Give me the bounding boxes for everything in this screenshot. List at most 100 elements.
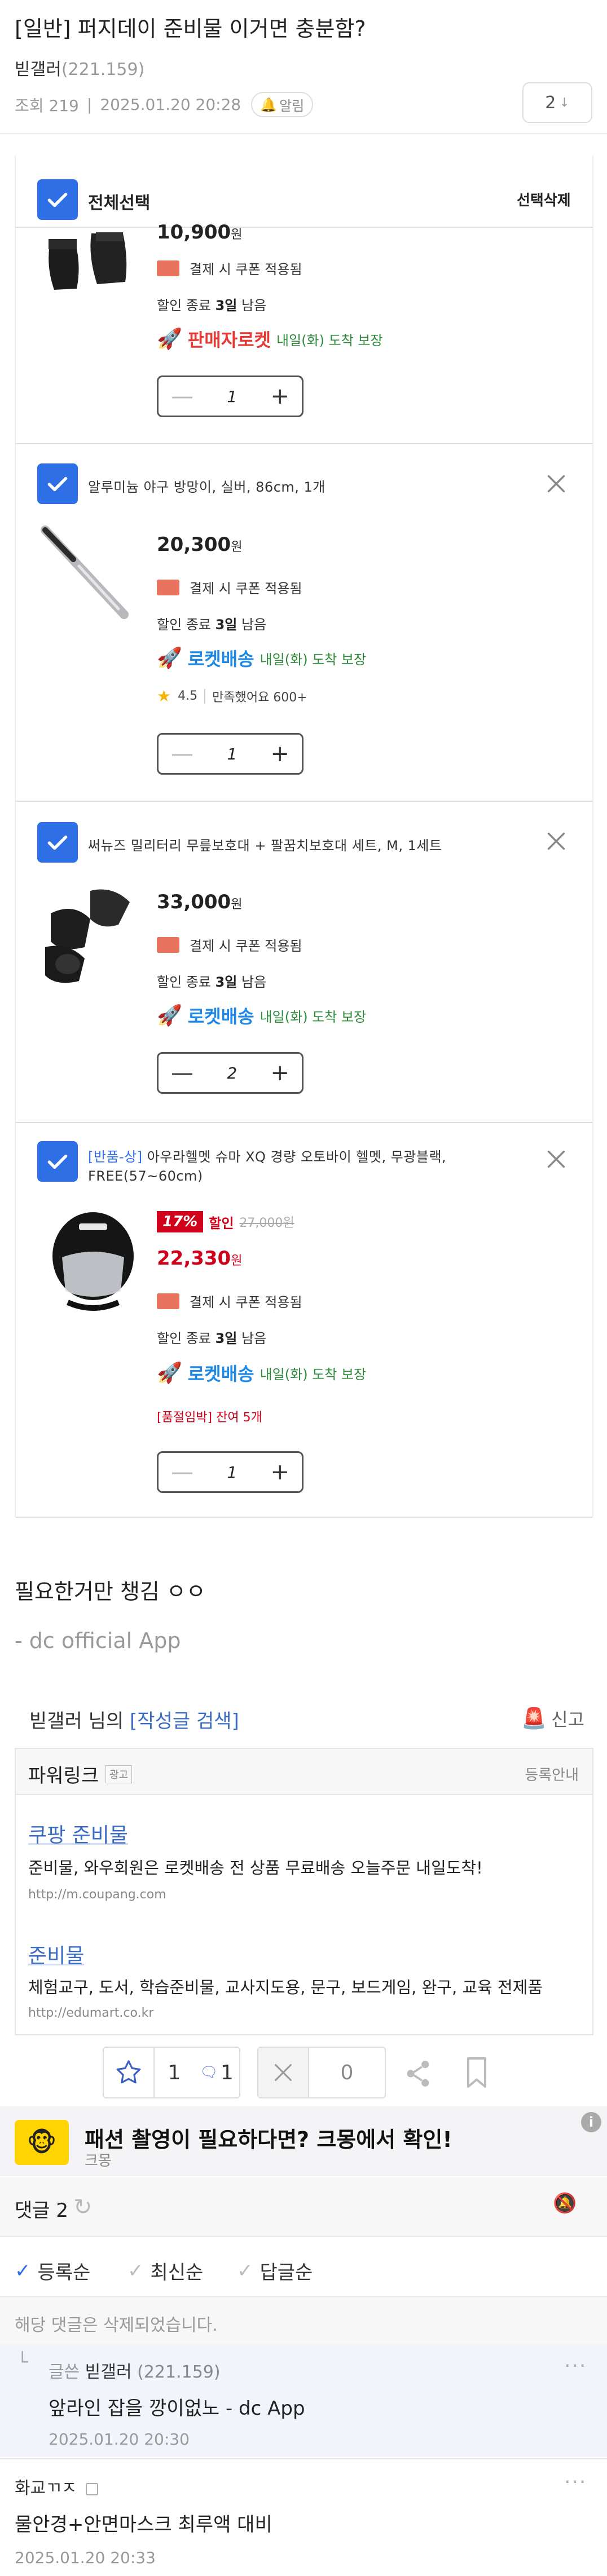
refresh-icon[interactable]: ↻ bbox=[73, 2194, 93, 2220]
close-icon bbox=[547, 832, 565, 850]
item3-quantity-stepper[interactable]: — 2 + bbox=[157, 1052, 304, 1094]
item4-remove-button[interactable] bbox=[539, 1142, 573, 1176]
product-image-bat[interactable] bbox=[39, 524, 141, 626]
check-icon bbox=[47, 835, 68, 850]
minus-icon[interactable]: — bbox=[171, 1461, 193, 1483]
item2-checkbox[interactable] bbox=[37, 463, 78, 504]
item3-coupon: 결제 시 쿠폰 적용됨 bbox=[157, 935, 302, 955]
comment2-text: 물안경+안면마스크 최루액 대비 bbox=[15, 2513, 272, 2536]
meta-separator: | bbox=[86, 95, 93, 114]
share-button[interactable] bbox=[403, 2058, 434, 2092]
banner-title[interactable]: 패션 촬영이 필요하다면? 크몽에서 확인! bbox=[85, 2122, 452, 2153]
post-author[interactable]: 빋갤러(221.159) bbox=[15, 55, 144, 80]
plus-icon[interactable]: + bbox=[270, 743, 289, 765]
delete-selected-button[interactable]: 선택삭제 bbox=[517, 189, 571, 210]
ad1-title[interactable]: 쿠팡 준비물 bbox=[28, 1819, 128, 1848]
product-image-kneepads[interactable] bbox=[39, 880, 141, 987]
comment2-more-icon[interactable]: ··· bbox=[564, 2471, 587, 2494]
ad-chip: 광고 bbox=[105, 1765, 133, 1783]
reply-text: 앞라인 잡을 깡이없노 - dc App bbox=[49, 2397, 305, 2420]
close-icon bbox=[547, 475, 565, 493]
minus-icon[interactable]: — bbox=[171, 743, 193, 765]
minus-icon[interactable]: — bbox=[171, 385, 193, 408]
item2-coupon: 결제 시 쿠폰 적용됨 bbox=[157, 577, 302, 597]
plus-icon[interactable]: + bbox=[270, 385, 289, 408]
post-meta: 조회 219 | 2025.01.20 20:28 🔔 알림 bbox=[15, 92, 314, 117]
bookmark-icon bbox=[467, 2057, 486, 2088]
post-title: [일반] 퍼지데이 준비물 이거면 충분함? bbox=[15, 16, 366, 41]
plus-icon[interactable]: + bbox=[270, 1062, 289, 1084]
ad1-desc[interactable]: 준비물, 와우회원은 로켓배송 전 상품 무료배송 오늘주문 내일도착! bbox=[28, 1855, 483, 1879]
item3-name[interactable]: 써뉴즈 밀리터리 무릎보호대 + 팔꿈치보호대 세트, M, 1세트 bbox=[88, 834, 442, 854]
item3-deal-end: 할인 종료 3일 남음 bbox=[157, 974, 267, 990]
banner-sub: 크몽 bbox=[85, 2153, 112, 2170]
info-icon[interactable]: i bbox=[581, 2112, 601, 2132]
comments-divider bbox=[0, 2236, 607, 2237]
item3-delivery: 🚀 로켓배송 내일(화) 도착 보장 bbox=[157, 1004, 367, 1027]
item4-stock-warning: [품절임박] 잔여 5개 bbox=[157, 1411, 262, 1425]
item2-name[interactable]: 알루미늄 야구 방망이, 실버, 86cm, 1개 bbox=[88, 476, 326, 496]
item2-quantity-stepper[interactable]: — 1 + bbox=[157, 733, 304, 775]
item4-checkbox[interactable] bbox=[37, 1141, 78, 1182]
select-all-checkbox[interactable] bbox=[37, 179, 78, 220]
product-image-gloves[interactable] bbox=[39, 228, 141, 301]
item3-remove-button[interactable] bbox=[539, 824, 573, 858]
sort-latest[interactable]: ✓ 최신순 bbox=[127, 2257, 203, 2285]
item-divider bbox=[16, 1122, 592, 1123]
sort-registered[interactable]: ✓ 등록순 bbox=[15, 2257, 90, 2285]
author-ip: (221.159) bbox=[61, 60, 145, 79]
reply-author[interactable]: 글쓴 빋갤러 (221.159) bbox=[49, 2358, 221, 2383]
downvote-button[interactable] bbox=[258, 2048, 309, 2097]
alarm-button[interactable]: 🔔 알림 bbox=[251, 92, 314, 117]
item2-remove-button[interactable] bbox=[539, 467, 573, 501]
check-icon: ✓ bbox=[15, 2259, 31, 2282]
item1-quantity-stepper[interactable]: — 1 + bbox=[157, 375, 304, 417]
item1-coupon: 결제 시 쿠폰 적용됨 bbox=[157, 258, 302, 278]
product-image-helmet[interactable] bbox=[45, 1207, 141, 1319]
user-icon bbox=[85, 2482, 98, 2495]
alarm-label: 알림 bbox=[279, 98, 305, 114]
ad2-title[interactable]: 준비물 bbox=[28, 1939, 84, 1969]
fix-upvote-count: 1 bbox=[221, 2061, 234, 2084]
comment-count-button[interactable]: 2 ↓ bbox=[522, 82, 592, 123]
item-divider bbox=[16, 801, 592, 802]
upvote-box: 1 🗨 1 bbox=[103, 2047, 240, 2098]
item3-checkbox[interactable] bbox=[37, 822, 78, 863]
author-nickname: 빋갤러 bbox=[15, 60, 61, 79]
item4-delivery: 🚀 로켓배송 내일(화) 도착 보장 bbox=[157, 1362, 367, 1385]
post-body-line1: 필요한거만 챙김 ㅇㅇ bbox=[15, 1579, 206, 1604]
ad2-url[interactable]: http://edumart.co.kr bbox=[28, 2006, 153, 2020]
author-search-link[interactable]: [작성글 검색] bbox=[130, 1710, 239, 1733]
report-button[interactable]: 🚨 신고 bbox=[521, 1705, 584, 1731]
fix-upvote[interactable]: 🗨 1 bbox=[194, 2048, 239, 2097]
item1-deal-end: 할인 종료 3일 남음 bbox=[157, 298, 267, 313]
item4-name[interactable]: [반품-상] 아우라헬멧 슈마 XQ 경량 오토바이 헬멧, 무광블랙, bbox=[88, 1146, 446, 1165]
item4-quantity-stepper[interactable]: — 1 + bbox=[157, 1451, 304, 1493]
item4-coupon: 결제 시 쿠폰 적용됨 bbox=[157, 1291, 302, 1311]
bell-off-icon[interactable]: 🔕 bbox=[553, 2192, 577, 2215]
ad1-url[interactable]: http://m.coupang.com bbox=[28, 1888, 166, 1902]
star-icon: ★ bbox=[157, 687, 171, 705]
header-divider bbox=[0, 133, 607, 134]
item2-deal-end: 할인 종료 3일 남음 bbox=[157, 617, 267, 633]
item3-price: 33,000원 bbox=[157, 891, 243, 913]
siren-icon: 🚨 bbox=[521, 1707, 547, 1730]
coupon-tag-icon bbox=[157, 1293, 179, 1309]
upvote-button[interactable] bbox=[104, 2048, 155, 2097]
reply-more-icon[interactable]: ··· bbox=[564, 2354, 587, 2378]
minus-icon[interactable]: — bbox=[171, 1062, 193, 1084]
check-icon bbox=[47, 192, 68, 207]
reply-time: 2025.01.20 20:30 bbox=[49, 2430, 190, 2449]
item4-discount: 17% 할인 27,000원 bbox=[157, 1211, 294, 1232]
reply-arrow-icon: └ bbox=[17, 2351, 28, 2372]
sort-replies[interactable]: ✓ 답글순 bbox=[237, 2257, 313, 2285]
ad2-desc[interactable]: 체험교구, 도서, 학습준비물, 교사지도용, 문구, 보드게임, 완구, 교육… bbox=[28, 1974, 543, 1998]
item2-delivery: 🚀 로켓배송 내일(화) 도착 보장 bbox=[157, 647, 367, 670]
comment2-time: 2025.01.20 20:33 bbox=[15, 2548, 156, 2567]
plus-icon[interactable]: + bbox=[270, 1461, 289, 1483]
powerlink-register-link[interactable]: 등록안내 bbox=[525, 1764, 579, 1784]
comment2-author[interactable]: 화교ㄲㅈ bbox=[15, 2474, 98, 2499]
item2-price: 20,300원 bbox=[157, 533, 243, 556]
item4-name-line2[interactable]: FREE(57~60cm) bbox=[88, 1168, 203, 1184]
bookmark-button[interactable] bbox=[463, 2056, 491, 2092]
